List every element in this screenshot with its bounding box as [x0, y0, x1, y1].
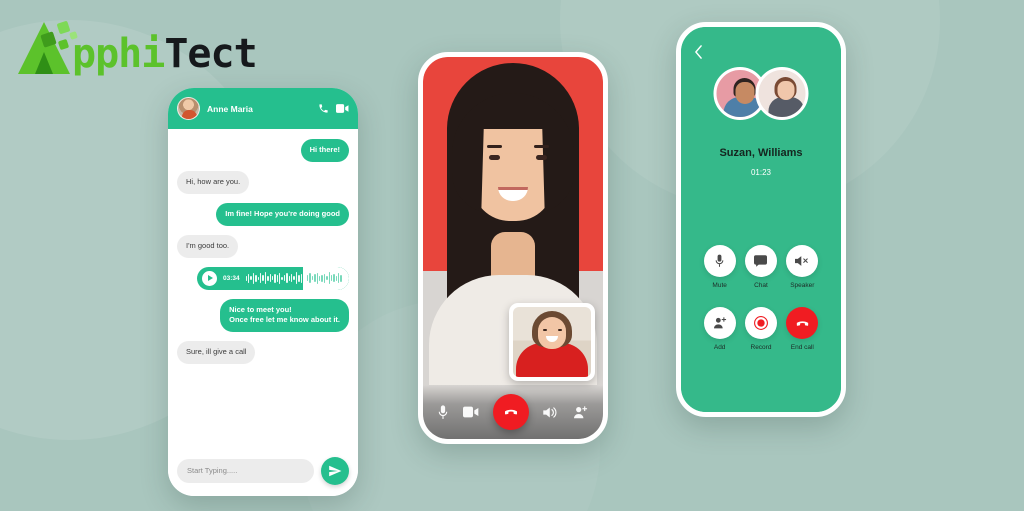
mute-button[interactable]: Mute	[703, 245, 736, 289]
call-participant-names: Suzan, Williams	[719, 147, 803, 159]
chat-bubble-icon	[744, 245, 777, 277]
chat-bubble-outgoing: Nice to meet you! Once free let me know …	[220, 298, 349, 333]
phone-icon[interactable]	[318, 103, 329, 114]
chat-bubble-incoming: Sure, ill give a call	[177, 341, 256, 365]
brand-wordmark: pphiTect	[72, 31, 258, 77]
record-icon	[744, 307, 777, 339]
voice-message-duration: 03:34	[223, 274, 240, 282]
chat-bubble-incoming: Hi, how are you.	[177, 170, 250, 194]
add-participant-button[interactable]: Add	[703, 307, 736, 351]
microphone-icon[interactable]	[438, 404, 448, 420]
chat-composer: Start Typing.....	[168, 445, 358, 496]
self-video-preview[interactable]	[509, 303, 595, 381]
video-camera-icon[interactable]	[462, 406, 479, 418]
chat-message-list[interactable]: Hi there! Hi, how are you. Im fine! Hope…	[168, 129, 358, 445]
speaker-mute-icon	[786, 245, 819, 277]
video-camera-icon[interactable]	[336, 103, 349, 114]
call-controls-grid: Mute Chat Speaker Add Record End call	[699, 245, 823, 351]
audio-waveform-remaining-icon	[303, 266, 349, 290]
person-add-icon[interactable]	[573, 405, 588, 419]
chat-phone-mockup: Anne Maria Hi there! Hi, how are you. Im…	[168, 88, 358, 496]
record-button[interactable]: Record	[744, 307, 777, 351]
end-call-label: End call	[790, 344, 814, 351]
apphitect-pixel-a-logo-icon	[18, 20, 78, 76]
phone-hangup-icon	[786, 307, 819, 339]
chat-header: Anne Maria	[168, 88, 358, 129]
speaker-button[interactable]: Speaker	[786, 245, 819, 289]
active-call-phone-mockup: Suzan, Williams 01:23 Mute Chat Speaker …	[676, 22, 846, 417]
record-label: Record	[750, 344, 772, 351]
screenshot-canvas: pphiTect Anne Maria Hi there! Hi, how ar…	[0, 0, 1024, 511]
participant-avatars	[713, 67, 809, 120]
call-timer: 01:23	[750, 168, 772, 177]
brand-name-green: pphi	[72, 31, 165, 77]
end-call-button[interactable]	[492, 394, 529, 430]
person-add-icon	[703, 307, 736, 339]
brand-logo: pphiTect	[18, 14, 258, 77]
chat-bubble-incoming: I'm good too.	[177, 234, 239, 258]
add-label: Add	[713, 344, 726, 351]
chevron-left-icon[interactable]	[694, 45, 703, 59]
play-icon[interactable]	[202, 270, 217, 286]
send-button[interactable]	[321, 456, 349, 485]
end-call-button[interactable]: End call	[786, 307, 819, 351]
message-input[interactable]: Start Typing.....	[177, 458, 314, 483]
brand-name-dark: Tect	[164, 31, 257, 77]
chat-contact-name: Anne Maria	[207, 103, 253, 114]
remote-video-feed	[423, 57, 603, 439]
video-call-controls	[423, 385, 603, 439]
chat-button[interactable]: Chat	[744, 245, 777, 289]
participant-avatar-2-icon	[755, 67, 809, 120]
microphone-icon	[703, 245, 736, 277]
contact-avatar-icon	[177, 97, 200, 120]
video-call-phone-mockup	[418, 52, 608, 444]
voice-message-bubble[interactable]: 03:34	[197, 266, 349, 290]
speaker-on-icon[interactable]	[543, 406, 558, 419]
chat-label: Chat	[754, 282, 768, 289]
speaker-label: Speaker	[790, 282, 815, 289]
chat-bubble-outgoing: Hi there!	[300, 139, 349, 162]
chat-bubble-outgoing: Im fine! Hope you're doing good	[216, 202, 349, 226]
mute-label: Mute	[712, 282, 727, 289]
